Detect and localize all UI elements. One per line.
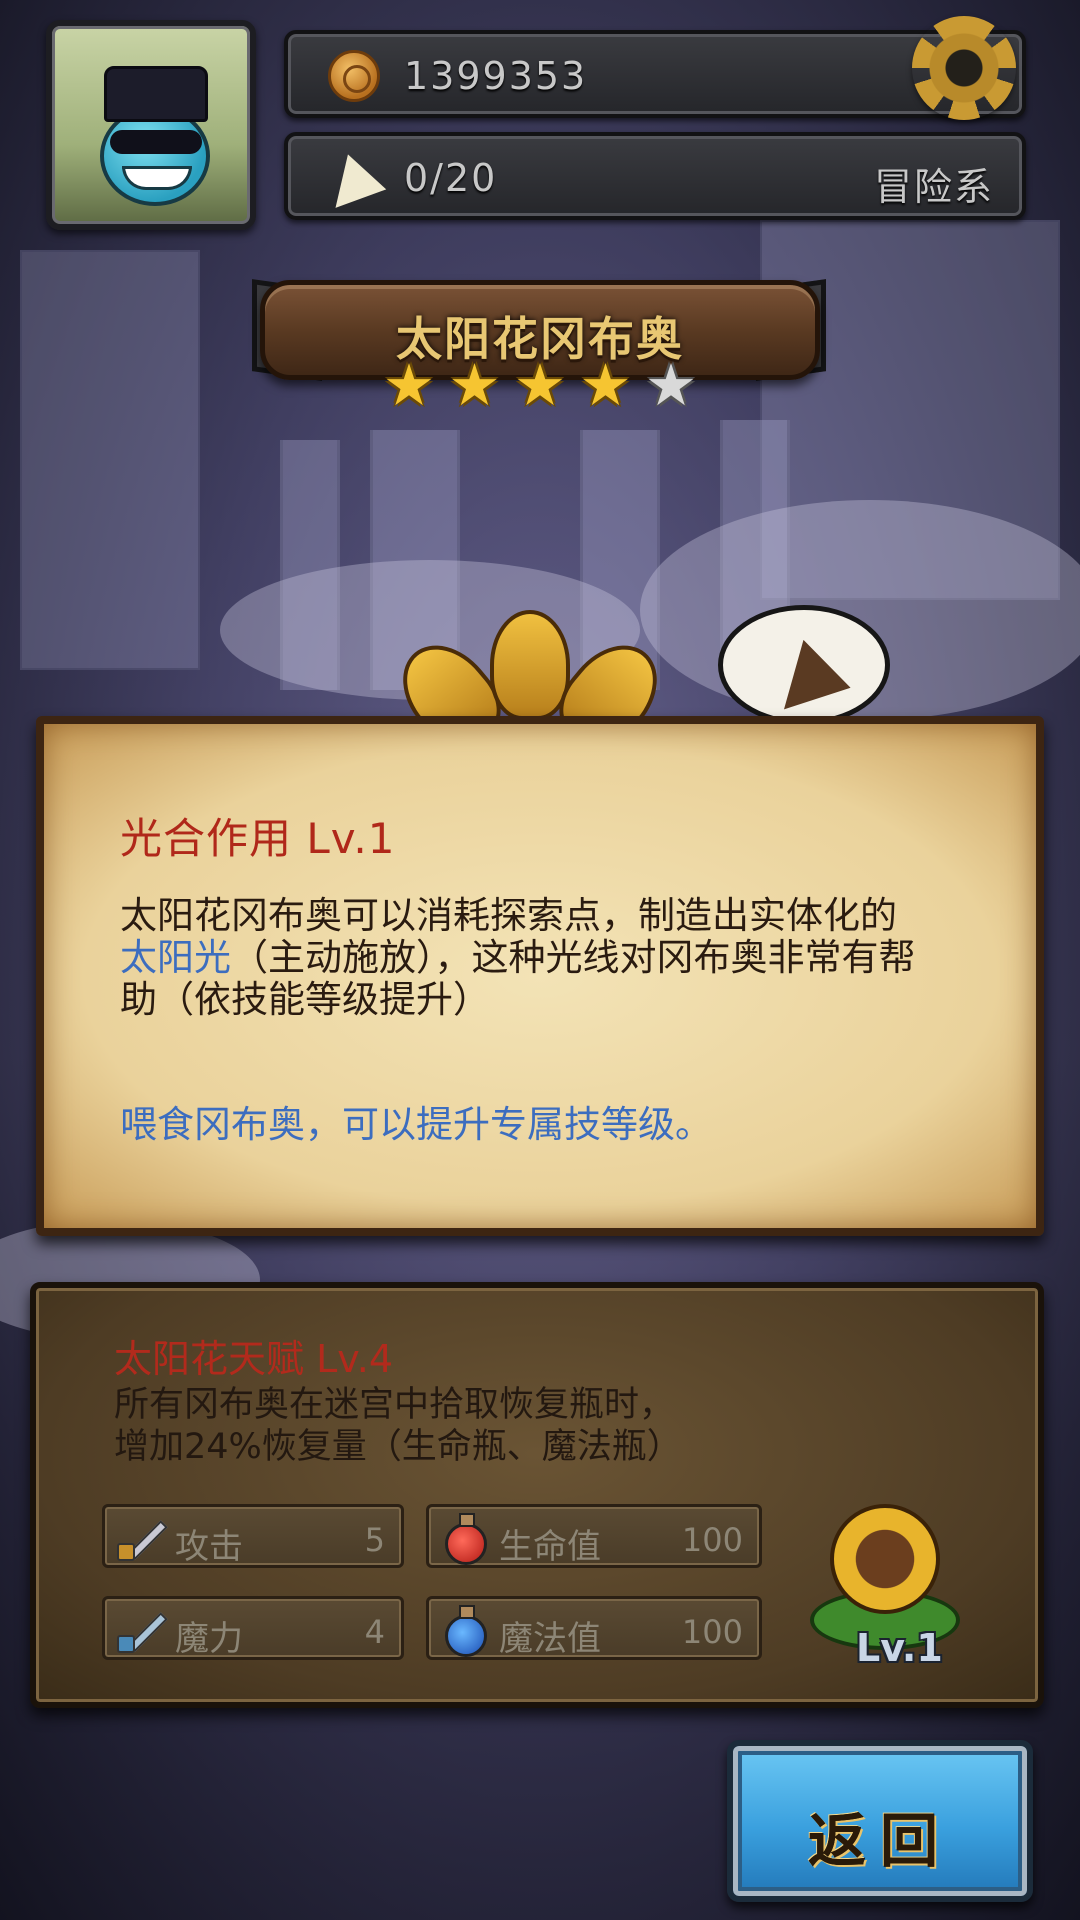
skill-desc-text: 太阳花冈布奥可以消耗探索点，制造出实体化的 xyxy=(120,894,897,937)
sunflower-character xyxy=(384,610,676,763)
stat-magic: 魔力 4 xyxy=(102,1596,404,1660)
stat-label: 魔法值 xyxy=(499,1619,601,1659)
coin-count: 1399353 xyxy=(404,54,588,98)
back-button-label: 返回 xyxy=(807,1807,952,1875)
stat-value: 100 xyxy=(681,1613,743,1651)
stat-mp: 魔法值 100 xyxy=(426,1596,762,1660)
hero-hat xyxy=(104,66,208,122)
player-avatar[interactable] xyxy=(46,20,256,230)
talent-desc-line: 所有冈布奥在迷宫中拾取恢复瓶时， xyxy=(114,1385,675,1425)
cake-icon xyxy=(765,630,851,710)
skill-description: 太阳花冈布奥可以消耗探索点，制造出实体化的太阳光（主动施放），这种光线对冈布奥非… xyxy=(120,895,920,1021)
sunflower-icon xyxy=(830,1504,940,1614)
stat-label: 生命值 xyxy=(499,1527,601,1567)
food-bar: 0/20 冒险系 xyxy=(284,132,1026,220)
background-building xyxy=(20,250,200,670)
feed-bubble[interactable] xyxy=(718,605,890,725)
talent-description: 所有冈布奥在迷宫中拾取恢复瓶时， 增加24%恢复量（生命瓶、魔法瓶） xyxy=(114,1384,814,1468)
stat-attack: 攻击 5 xyxy=(102,1504,404,1568)
talent-desc-line: 增加24%恢复量（生命瓶、魔法瓶） xyxy=(114,1427,682,1467)
blue-potion-icon xyxy=(439,1605,491,1657)
cake-icon xyxy=(319,146,387,208)
element-type: 冒险系 xyxy=(873,165,994,209)
sword-icon xyxy=(115,1513,168,1565)
stat-label: 魔力 xyxy=(175,1619,243,1659)
skill-highlight: 太阳光 xyxy=(120,936,231,979)
back-button[interactable]: 返回 xyxy=(727,1740,1033,1902)
star-icon: ★ xyxy=(514,351,566,419)
stat-value: 5 xyxy=(364,1521,385,1559)
gear-icon[interactable] xyxy=(912,16,1016,120)
feed-hint: 喂食冈布奥，可以提升专属技等级。 xyxy=(120,1103,712,1146)
skill-title: 光合作用 Lv.1 xyxy=(120,814,396,863)
skill-desc-text: （主动施放），这种光线对冈布奥非常有帮助（依技能等级提升） xyxy=(120,936,916,1021)
stat-label: 攻击 xyxy=(175,1527,243,1567)
hero-mask xyxy=(110,130,202,154)
stat-value: 100 xyxy=(681,1521,743,1559)
pet-level: Lv.1 xyxy=(856,1626,943,1670)
coin-icon xyxy=(328,50,380,102)
star-icon: ★ xyxy=(448,351,501,419)
empty-star-icon: ★ xyxy=(645,351,697,419)
wand-icon xyxy=(115,1605,168,1657)
star-rating: ★ ★ ★ ★ ★ xyxy=(380,356,700,416)
star-icon: ★ xyxy=(579,351,632,419)
food-count: 0/20 xyxy=(404,156,498,200)
red-potion-icon xyxy=(439,1513,491,1565)
talent-title: 太阳花天赋 Lv.4 xyxy=(114,1337,394,1381)
sunflower-pet-badge[interactable]: Lv.1 xyxy=(790,1480,990,1680)
stat-value: 4 xyxy=(364,1613,385,1651)
petal xyxy=(490,610,570,720)
star-icon: ★ xyxy=(383,351,435,419)
stat-hp: 生命值 100 xyxy=(426,1504,762,1568)
